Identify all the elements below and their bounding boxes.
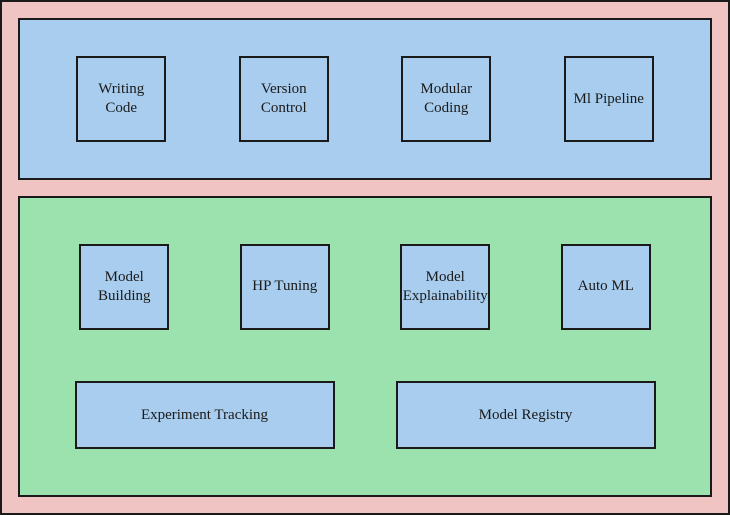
box-experiment-tracking: Experiment Tracking bbox=[75, 381, 335, 449]
box-modular-coding: Modular Coding bbox=[401, 56, 491, 142]
box-version-control: Version Control bbox=[239, 56, 329, 142]
box-label: Modular Coding bbox=[407, 80, 485, 118]
box-label: Model Explainability bbox=[403, 268, 488, 306]
box-ml-pipeline: Ml Pipeline bbox=[564, 56, 654, 142]
box-auto-ml: Auto ML bbox=[561, 244, 651, 330]
box-model-building: Model Building bbox=[79, 244, 169, 330]
box-writing-code: Writing Code bbox=[76, 56, 166, 142]
box-label: Ml Pipeline bbox=[574, 90, 644, 109]
box-label: Version Control bbox=[245, 80, 323, 118]
bottom-row-2: Experiment Tracking Model Registry bbox=[44, 381, 686, 449]
box-label: Writing Code bbox=[82, 80, 160, 118]
box-hp-tuning: HP Tuning bbox=[240, 244, 330, 330]
box-label: Model Building bbox=[85, 268, 163, 306]
bottom-panel: Model Building HP Tuning Model Explainab… bbox=[18, 196, 712, 497]
box-label: Experiment Tracking bbox=[141, 406, 268, 425]
box-label: Model Registry bbox=[479, 406, 573, 425]
box-label: HP Tuning bbox=[252, 277, 317, 296]
box-model-registry: Model Registry bbox=[396, 381, 656, 449]
top-panel: Writing Code Version Control Modular Cod… bbox=[18, 18, 712, 180]
box-label: Auto ML bbox=[578, 277, 634, 296]
box-model-explainability: Model Explainability bbox=[400, 244, 490, 330]
bottom-row-1: Model Building HP Tuning Model Explainab… bbox=[44, 244, 686, 330]
